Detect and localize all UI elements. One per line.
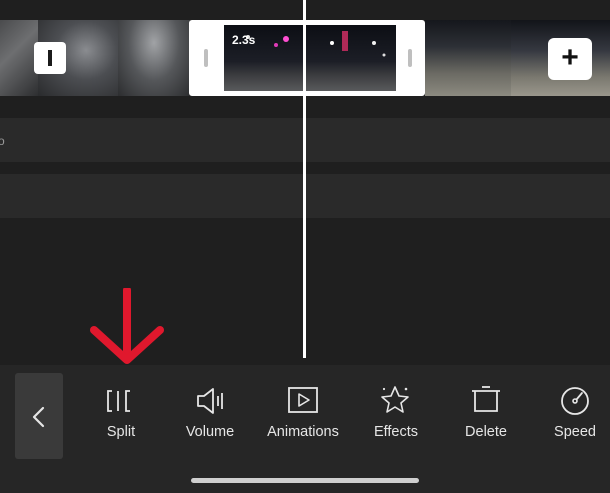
- selected-clip[interactable]: 2.3s: [189, 20, 425, 96]
- home-indicator[interactable]: [191, 478, 419, 483]
- animations-button[interactable]: Animations: [258, 383, 348, 440]
- split-icon: [107, 390, 130, 412]
- back-button[interactable]: [15, 373, 63, 459]
- animations-icon: [288, 387, 318, 413]
- track-label: o: [0, 134, 5, 148]
- trim-handle-left[interactable]: [192, 23, 222, 93]
- clip-thumbnail[interactable]: [118, 20, 190, 96]
- delete-label: Delete: [465, 424, 507, 440]
- speed-icon: [561, 387, 589, 415]
- selected-clip-frames: 2.3s: [224, 25, 396, 91]
- speed-label: Speed: [554, 424, 596, 440]
- effects-icon: [381, 386, 409, 413]
- add-clip-button[interactable]: +: [548, 38, 592, 80]
- trim-handle-right[interactable]: [396, 23, 422, 93]
- volume-label: Volume: [185, 424, 235, 440]
- trash-icon: [472, 386, 500, 412]
- edit-toolbar: Split Volume Animations Effects Delete S…: [0, 365, 610, 493]
- effects-button[interactable]: Effects: [366, 383, 426, 440]
- split-button[interactable]: Split: [96, 383, 146, 440]
- playhead[interactable]: [303, 0, 306, 358]
- delete-button[interactable]: Delete: [456, 383, 516, 440]
- timeline[interactable]: 2.3s + o: [0, 0, 610, 365]
- red-arrow-annotation: [90, 288, 164, 364]
- volume-button[interactable]: Volume: [180, 383, 240, 440]
- chevron-left-icon: [32, 406, 45, 428]
- clip-thumbnail[interactable]: [0, 20, 38, 96]
- transition-button[interactable]: [34, 42, 66, 74]
- clip-duration: 2.3s: [232, 33, 256, 47]
- transition-icon: [48, 50, 52, 66]
- animations-label: Animations: [267, 424, 339, 440]
- split-label: Split: [106, 424, 136, 440]
- effects-label: Effects: [373, 424, 419, 440]
- speed-button[interactable]: Speed: [545, 383, 605, 440]
- clip-thumbnail[interactable]: [425, 20, 511, 96]
- volume-icon: [197, 388, 223, 414]
